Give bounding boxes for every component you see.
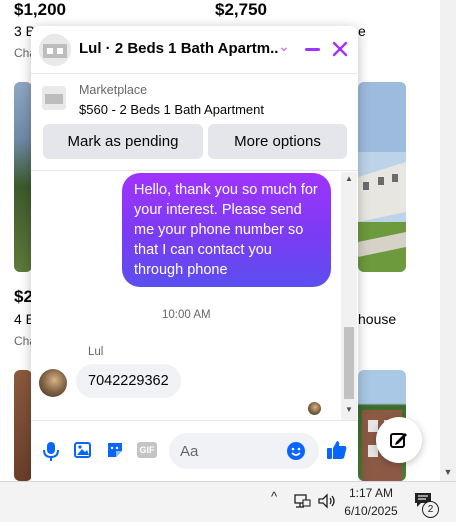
photo-icon[interactable] [73,440,93,460]
thumbs-up-icon[interactable] [326,439,348,461]
listing-avatar[interactable] [39,34,71,66]
gif-icon[interactable]: GIF [137,442,157,458]
message-input[interactable]: Aa [169,433,319,469]
page-scrollbar[interactable]: ▼ [440,0,456,481]
chevron-up-icon[interactable]: ^ [271,489,277,504]
listing-price: $1,200 [14,0,66,19]
chat-header[interactable]: Lul · 2 Beds 1 Bath Apartm... ⌄ [31,26,358,74]
mark-as-pending-button[interactable]: Mark as pending [43,124,203,159]
scroll-down-arrow-icon[interactable]: ▼ [440,464,456,480]
apartment-photo [358,82,406,272]
divider [31,420,358,421]
listing-photo[interactable] [358,82,406,272]
more-options-button[interactable]: More options [208,124,347,159]
sender-avatar[interactable] [39,369,67,397]
listing-photo[interactable] [14,82,32,272]
divider [31,170,358,171]
marketplace-label: Marketplace [79,83,148,97]
message-timestamp: 10:00 AM [162,309,211,321]
scroll-up-arrow-icon[interactable]: ▲ [341,172,357,186]
sender-name: Lul [88,346,104,358]
compose-icon [390,433,407,448]
chat-scrollbar[interactable]: ▲ ▼ [341,172,357,420]
scrollbar-thumb[interactable] [344,327,354,399]
apartment-thumbnail-icon [42,86,66,110]
emoji-icon[interactable] [286,441,306,461]
clock-date[interactable]: 6/10/2025 [340,504,402,518]
scroll-down-arrow-icon[interactable]: ▼ [341,403,357,417]
listing-card: Marketplace $560 - 2 Beds 1 Bath Apartme… [31,74,358,174]
new-message-button[interactable] [376,417,422,463]
apartment-thumbnail-icon [39,34,71,66]
chat-title[interactable]: Lul · 2 Beds 1 Bath Apartm... [79,40,279,57]
listing-photo[interactable] [14,370,32,481]
clock-time[interactable]: 1:17 AM [345,486,397,500]
network-icon[interactable] [293,493,311,509]
message-input-placeholder: Aa [180,443,199,460]
incoming-message[interactable]: 7042229362 [76,364,181,398]
listing-price: $2,750 [215,0,267,19]
listing-title: house [358,311,397,327]
volume-icon[interactable] [317,493,337,509]
close-icon[interactable] [332,41,348,57]
read-receipt-avatar [308,402,321,415]
microphone-icon[interactable] [41,440,61,462]
chevron-down-icon[interactable]: ⌄ [278,38,290,55]
minimize-icon[interactable] [305,48,320,51]
outgoing-message[interactable]: Hello, thank you so much for your intere… [122,173,331,287]
notification-count-badge: 2 [422,501,439,518]
chat-window: Lul · 2 Beds 1 Bath Apartm... ⌄ Marketpl… [31,26,358,481]
listing-line[interactable]: $560 - 2 Beds 1 Bath Apartment [79,102,264,117]
listing-title: e [358,23,366,39]
taskbar: ^ 1:17 AM 6/10/2025 2 [0,481,456,522]
listing-thumbnail[interactable] [42,86,66,110]
sticker-icon[interactable] [105,440,125,460]
